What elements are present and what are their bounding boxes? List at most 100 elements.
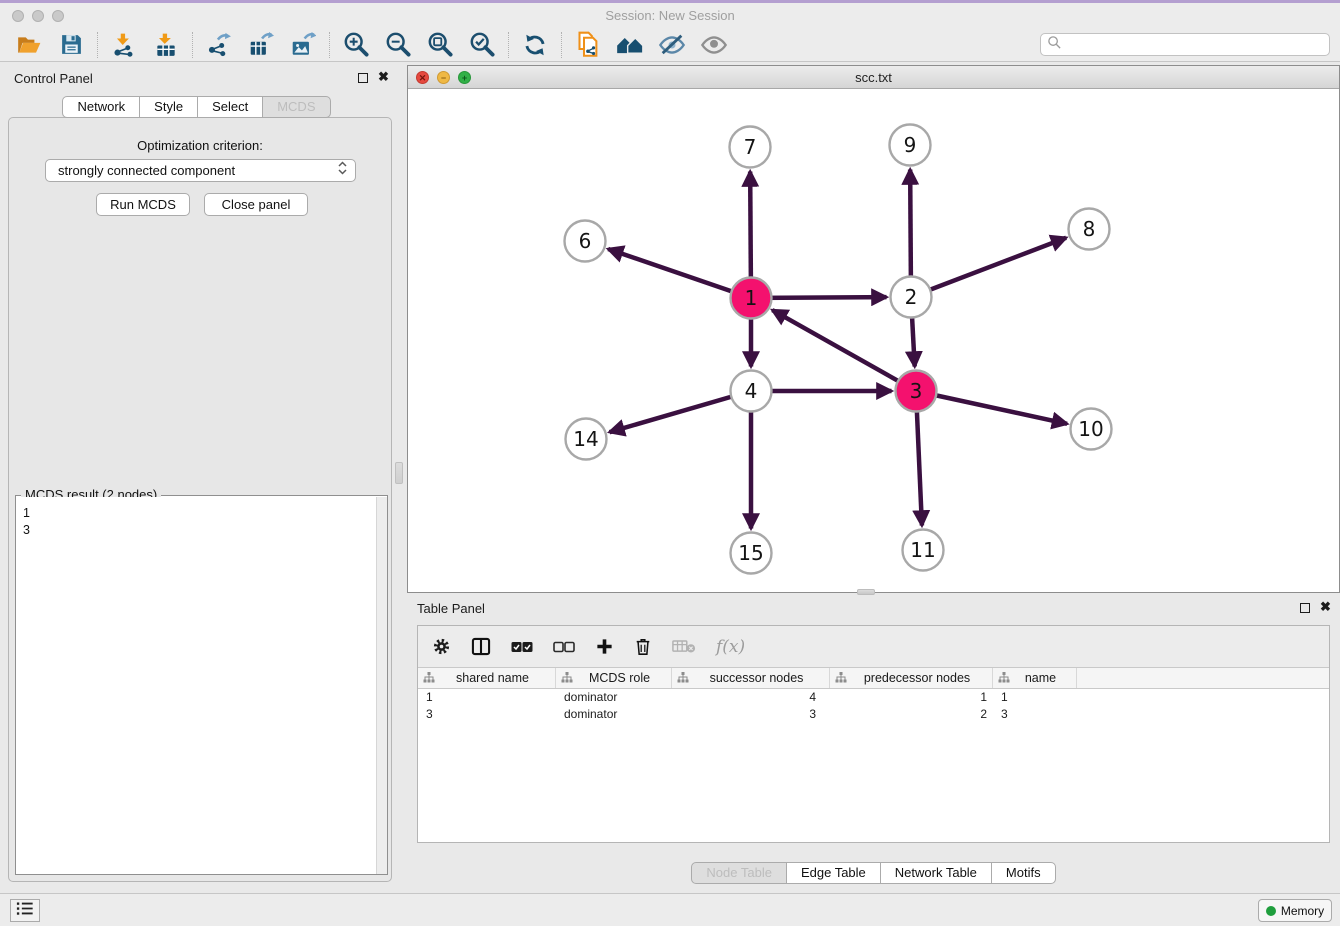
- network-graph-canvas[interactable]: 7 9 6 8 1 2 4 3 14 10 15 11: [408, 89, 1339, 592]
- select-stepper-icon: [338, 160, 347, 181]
- network-window-titlebar[interactable]: ✕ − + scc.txt: [408, 66, 1339, 89]
- tab-mcds[interactable]: MCDS: [262, 96, 330, 118]
- hide-selected-icon[interactable]: [651, 30, 693, 60]
- graph-node-10[interactable]: 10: [1071, 409, 1112, 450]
- result-scrollbar[interactable]: [376, 497, 387, 874]
- mcds-result-list[interactable]: 13: [16, 497, 376, 874]
- cell-MCDS-role[interactable]: dominator: [556, 689, 672, 706]
- save-session-icon[interactable]: [50, 30, 92, 60]
- graph-node-15[interactable]: 15: [731, 533, 772, 574]
- create-column-icon[interactable]: [595, 637, 614, 656]
- column-header-MCDS-role[interactable]: MCDS role: [556, 668, 672, 688]
- table-panel-tabs: Node TableEdge TableNetwork TableMotifs: [407, 862, 1340, 884]
- close-panel-icon[interactable]: ✖: [378, 69, 389, 85]
- graph-node-11[interactable]: 11: [903, 530, 944, 571]
- graph-node-1[interactable]: 1: [731, 278, 772, 319]
- tab-node-table[interactable]: Node Table: [691, 862, 787, 884]
- graph-node-4[interactable]: 4: [731, 371, 772, 412]
- cell-MCDS-role[interactable]: dominator: [556, 706, 672, 723]
- task-list-icon: [16, 901, 34, 921]
- open-session-icon[interactable]: [8, 30, 50, 60]
- toolbar-separator: [329, 32, 330, 58]
- refresh-layout-icon[interactable]: [514, 30, 556, 60]
- column-tree-icon: [835, 672, 847, 686]
- tab-select[interactable]: Select: [197, 96, 263, 118]
- graph-node-14[interactable]: 14: [566, 419, 607, 460]
- graph-node-9[interactable]: 9: [890, 125, 931, 166]
- run-mcds-button[interactable]: Run MCDS: [96, 193, 190, 216]
- column-header-name[interactable]: name: [993, 668, 1077, 688]
- home-icon[interactable]: [609, 30, 651, 60]
- graph-edge-3-10[interactable]: [916, 391, 1067, 424]
- export-network-icon[interactable]: [198, 30, 240, 60]
- show-all-icon[interactable]: [693, 30, 735, 60]
- table-body: 1dominator4113dominator323: [418, 689, 1329, 723]
- import-table-icon[interactable]: [145, 30, 187, 60]
- export-table-icon[interactable]: [240, 30, 282, 60]
- cell-name[interactable]: 3: [993, 706, 1077, 723]
- control-panel-tabs: NetworkStyleSelectMCDS: [0, 96, 393, 118]
- vertical-splitter-handle[interactable]: [395, 462, 403, 484]
- column-header-shared-name[interactable]: shared name: [418, 668, 556, 688]
- cell-successor-nodes[interactable]: 4: [672, 689, 830, 706]
- graph-edge-4-14[interactable]: [610, 391, 751, 432]
- graph-node-3[interactable]: 3: [896, 371, 937, 412]
- node-label: 1: [745, 286, 758, 310]
- tab-edge-table[interactable]: Edge Table: [786, 862, 881, 884]
- tab-style[interactable]: Style: [139, 96, 198, 118]
- zoom-in-icon[interactable]: [335, 30, 377, 60]
- import-network-icon[interactable]: [103, 30, 145, 60]
- task-history-button[interactable]: [10, 899, 40, 922]
- graph-edges: [608, 169, 1067, 528]
- node-label: 4: [745, 379, 758, 403]
- cell-shared-name[interactable]: 1: [418, 689, 556, 706]
- toolbar-separator: [97, 32, 98, 58]
- graph-edge-3-1[interactable]: [772, 310, 916, 391]
- clone-network-icon[interactable]: [567, 30, 609, 60]
- memory-button[interactable]: Memory: [1258, 899, 1332, 922]
- table-row[interactable]: 1dominator411: [418, 689, 1329, 706]
- cell-name[interactable]: 1: [993, 689, 1077, 706]
- graph-edge-2-8[interactable]: [911, 238, 1066, 297]
- cell-successor-nodes[interactable]: 3: [672, 706, 830, 723]
- control-panel-title: Control Panel: [14, 71, 93, 86]
- graph-node-6[interactable]: 6: [565, 221, 606, 262]
- search-icon: [1047, 35, 1062, 55]
- select-all-columns-icon[interactable]: [511, 641, 533, 653]
- zoom-fit-icon[interactable]: [419, 30, 461, 60]
- tab-motifs[interactable]: Motifs: [991, 862, 1056, 884]
- graph-node-8[interactable]: 8: [1069, 209, 1110, 250]
- cell-shared-name[interactable]: 3: [418, 706, 556, 723]
- main-titlebar: Session: New Session: [0, 3, 1340, 28]
- graph-node-7[interactable]: 7: [730, 127, 771, 168]
- table-close-icon[interactable]: ✖: [1320, 599, 1331, 615]
- column-browser-icon[interactable]: [471, 637, 491, 656]
- search-input[interactable]: [1062, 35, 1329, 54]
- tab-network-table[interactable]: Network Table: [880, 862, 992, 884]
- export-image-icon[interactable]: [282, 30, 324, 60]
- table-row[interactable]: 3dominator323: [418, 706, 1329, 723]
- status-bar: Memory: [0, 893, 1340, 926]
- column-header-predecessor-nodes[interactable]: predecessor nodes: [830, 668, 993, 688]
- zoom-selected-icon[interactable]: [461, 30, 503, 60]
- column-tree-icon: [677, 672, 689, 686]
- criterion-select[interactable]: strongly connected component: [45, 159, 356, 182]
- tab-network[interactable]: Network: [62, 96, 140, 118]
- graph-edge-1-6[interactable]: [608, 249, 751, 298]
- graph-node-2[interactable]: 2: [891, 277, 932, 318]
- close-panel-button[interactable]: Close panel: [204, 193, 308, 216]
- memory-status-icon: [1266, 906, 1276, 916]
- node-label: 6: [579, 229, 592, 253]
- float-panel-icon[interactable]: [358, 73, 368, 83]
- search-field[interactable]: [1040, 33, 1330, 56]
- delete-column-icon[interactable]: [634, 637, 652, 657]
- cell-predecessor-nodes[interactable]: 1: [830, 689, 993, 706]
- table-float-icon[interactable]: [1300, 603, 1310, 613]
- column-header-successor-nodes[interactable]: successor nodes: [672, 668, 830, 688]
- zoom-out-icon[interactable]: [377, 30, 419, 60]
- network-window-title: scc.txt: [408, 70, 1339, 85]
- settings-gear-icon[interactable]: [432, 637, 451, 656]
- cell-predecessor-nodes[interactable]: 2: [830, 706, 993, 723]
- deselect-all-columns-icon[interactable]: [553, 641, 575, 653]
- node-label: 3: [910, 379, 923, 403]
